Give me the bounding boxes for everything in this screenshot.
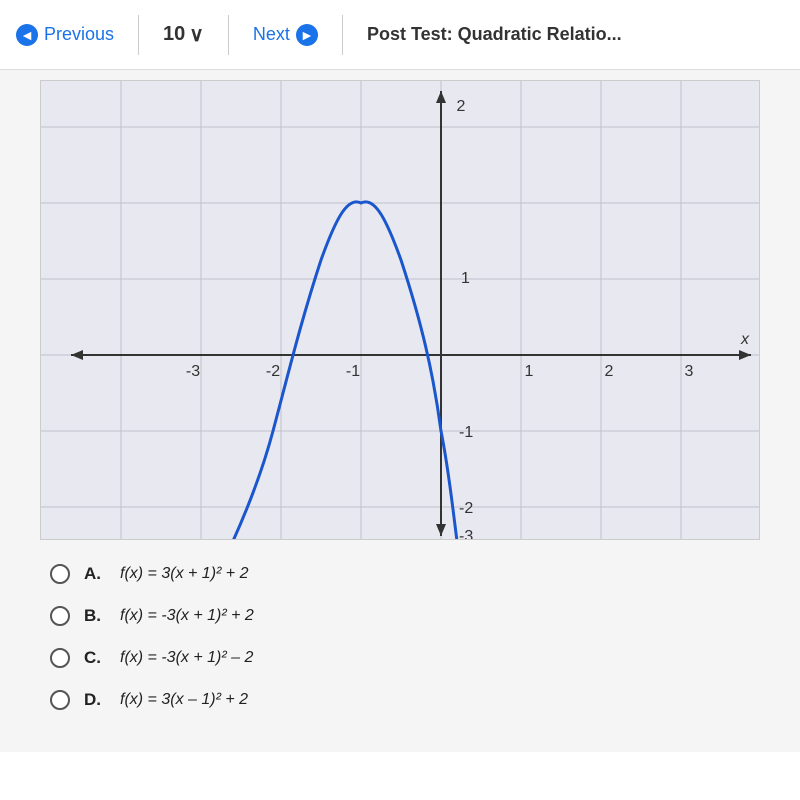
svg-text:x: x bbox=[740, 331, 750, 348]
svg-text:-2: -2 bbox=[459, 500, 473, 517]
divider-3 bbox=[342, 15, 343, 55]
next-label: Next bbox=[253, 24, 290, 45]
svg-text:-3: -3 bbox=[459, 528, 473, 540]
graph-container: -3 -2 -1 1 2 3 2 1 -1 -2 -3 x bbox=[40, 80, 760, 540]
topbar: ◄ Previous 10 ∨ Next ► Post Test: Quadra… bbox=[0, 0, 800, 70]
radio-b[interactable] bbox=[50, 606, 70, 626]
choice-b-text: f(x) = -3(x + 1)² + 2 bbox=[120, 607, 254, 625]
page-title: Post Test: Quadratic Relatio... bbox=[367, 24, 622, 45]
answer-choices: A. f(x) = 3(x + 1)² + 2 B. f(x) = -3(x +… bbox=[20, 564, 780, 710]
choice-d[interactable]: D. f(x) = 3(x – 1)² + 2 bbox=[50, 690, 780, 710]
svg-text:3: 3 bbox=[685, 363, 694, 380]
svg-text:1: 1 bbox=[461, 270, 470, 287]
prev-arrow-icon: ◄ bbox=[16, 24, 38, 46]
radio-c[interactable] bbox=[50, 648, 70, 668]
choice-b-letter: B. bbox=[84, 606, 106, 626]
previous-button[interactable]: ◄ Previous bbox=[16, 24, 114, 46]
svg-text:-2: -2 bbox=[266, 363, 280, 380]
main-content: -3 -2 -1 1 2 3 2 1 -1 -2 -3 x A. bbox=[0, 70, 800, 752]
choice-a-text: f(x) = 3(x + 1)² + 2 bbox=[120, 565, 248, 583]
choice-c-letter: C. bbox=[84, 648, 106, 668]
svg-text:2: 2 bbox=[457, 98, 466, 115]
question-number-selector[interactable]: 10 ∨ bbox=[163, 22, 204, 47]
radio-a[interactable] bbox=[50, 564, 70, 584]
choice-a-letter: A. bbox=[84, 564, 106, 584]
choice-b[interactable]: B. f(x) = -3(x + 1)² + 2 bbox=[50, 606, 780, 626]
choice-d-letter: D. bbox=[84, 690, 106, 710]
graph-svg: -3 -2 -1 1 2 3 2 1 -1 -2 -3 x bbox=[41, 81, 760, 540]
prev-label: Previous bbox=[44, 24, 114, 45]
svg-text:2: 2 bbox=[605, 363, 614, 380]
divider-1 bbox=[138, 15, 139, 55]
radio-d[interactable] bbox=[50, 690, 70, 710]
svg-text:-3: -3 bbox=[186, 363, 200, 380]
choice-a[interactable]: A. f(x) = 3(x + 1)² + 2 bbox=[50, 564, 780, 584]
next-arrow-icon: ► bbox=[296, 24, 318, 46]
next-button[interactable]: Next ► bbox=[253, 24, 318, 46]
svg-text:-1: -1 bbox=[459, 424, 473, 441]
svg-text:1: 1 bbox=[525, 363, 534, 380]
choice-c-text: f(x) = -3(x + 1)² – 2 bbox=[120, 649, 253, 667]
dropdown-icon: ∨ bbox=[189, 22, 204, 47]
choice-c[interactable]: C. f(x) = -3(x + 1)² – 2 bbox=[50, 648, 780, 668]
choice-d-text: f(x) = 3(x – 1)² + 2 bbox=[120, 691, 248, 709]
divider-2 bbox=[228, 15, 229, 55]
svg-text:-1: -1 bbox=[346, 363, 360, 380]
question-number: 10 bbox=[163, 23, 185, 46]
